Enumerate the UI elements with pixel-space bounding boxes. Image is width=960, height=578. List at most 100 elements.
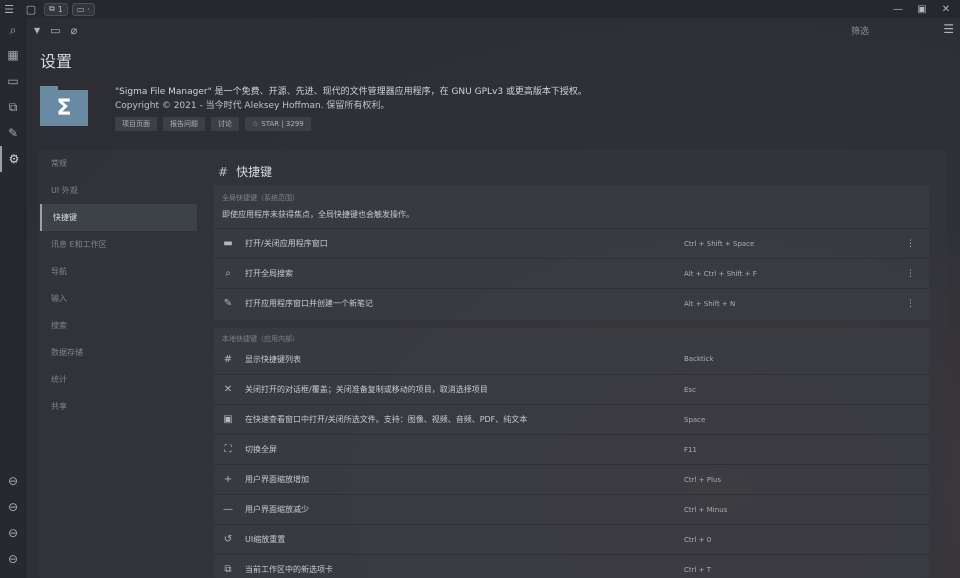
nav-item-ui-appearance[interactable]: UI 外观 [40, 177, 197, 204]
shortcut-label: 在快速查看窗口中打开/关闭所选文件。支持：图像、视频、音频、PDF、纯文本 [245, 415, 528, 424]
shortcut-label: 当前工作区中的新选项卡 [245, 565, 333, 574]
drive-icon[interactable]: ⊖ [0, 520, 26, 546]
shortcut-row[interactable]: # 显示快捷键列表 Backtick [214, 344, 929, 374]
shortcut-label: 用户界面缩放增加 [245, 475, 309, 484]
maximize-icon[interactable]: ▣ [914, 4, 930, 15]
note-edit-icon: ✎ [223, 298, 233, 309]
copy-icon[interactable]: ⧉ [0, 94, 26, 120]
shortcut-label: 关闭打开的对话框/覆盖；关闭准备复制或移动的项目，取消选择项目 [245, 385, 488, 394]
hash-icon: # [218, 165, 229, 179]
window-icon: ▬ [223, 238, 233, 249]
notes-icon[interactable]: ▢ [22, 0, 40, 18]
shortcut-row[interactable]: ✕ 关闭打开的对话框/覆盖；关闭准备复制或移动的项目，取消选择项目 Esc [214, 374, 929, 404]
report-issue-button[interactable]: 报告问题 [163, 117, 205, 131]
shortcut-key: Esc [684, 385, 696, 394]
workspace-selector[interactable]: ▭ · [71, 2, 95, 16]
nav-item-input[interactable]: 输入 [40, 285, 197, 312]
drive-icon[interactable]: ⊖ [0, 494, 26, 520]
shortcut-label: UI缩放重置 [245, 535, 286, 544]
reset-icon: ↺ [223, 534, 233, 545]
about-links: 项目页面 报告问题 讨论 ☆ STAR | 3299 [115, 117, 311, 131]
shortcut-key: Ctrl + T [684, 565, 712, 574]
nav-item-stats[interactable]: 统计 [40, 366, 197, 393]
workspace-icon: ▭ [76, 4, 85, 14]
star-button[interactable]: ☆ STAR | 3299 [245, 117, 311, 131]
group-description: 即使应用程序未获得焦点，全局快捷键也会触发操作。 [222, 210, 414, 219]
tabs-counter[interactable]: ⧉ 1 [44, 2, 68, 16]
page-title: 设置 [40, 52, 73, 71]
hash-icon: # [223, 353, 233, 365]
shortcut-row[interactable]: ⛶ 切换全屏 F11 [214, 434, 929, 464]
shortcut-key: Alt + Shift + N [684, 299, 736, 308]
more-vert-icon[interactable]: ⋮ [906, 269, 915, 279]
nav-item-navigation[interactable]: 导航 [40, 258, 197, 285]
nav-item-data-storage[interactable]: 数据存储 [40, 339, 197, 366]
shortcut-label: 打开/关闭应用程序窗口 [245, 239, 328, 248]
nav-item-sharing[interactable]: 共享 [40, 393, 197, 420]
more-vert-icon[interactable]: ⋮ [906, 299, 915, 309]
shortcut-label: 显示快捷键列表 [245, 354, 301, 364]
section-title: # 快捷键 [218, 165, 273, 179]
menu-icon[interactable]: ☰ [0, 0, 18, 18]
sidebar: ⌕ ▦ ▭ ⧉ ✎ ⚙ ⊖ ⊖ ⊖ ⊖ [0, 18, 26, 578]
folder-icon[interactable]: ▭ [0, 68, 26, 94]
shortcut-row[interactable]: ↺ UI缩放重置 Ctrl + 0 [214, 524, 929, 554]
drive-icon[interactable]: ⊖ [0, 546, 26, 572]
filter-icon[interactable]: ☰ [943, 22, 954, 36]
folder-icon[interactable]: ▭ [50, 24, 60, 37]
title-bar: ☰ ▢ ⧉ 1 ▭ · — ▣ ✕ [0, 0, 960, 18]
group-label: 全局快捷键（系统范围） [222, 194, 299, 202]
shortcut-key: Space [684, 415, 706, 424]
tabs-count: 1 [57, 4, 63, 14]
tabs-icon: ⧉ [49, 4, 55, 13]
chevron-down-icon: · [87, 4, 90, 14]
new-tab-icon: ⧉ [224, 564, 232, 575]
group-label: 本地快捷键（应用内部） [222, 335, 299, 343]
discussion-button[interactable]: 讨论 [211, 117, 239, 131]
shortcut-row[interactable]: ⌕ 打开全局搜索 Alt + Ctrl + Shift + F ⋮ [214, 258, 929, 288]
search-icon: ⌕ [225, 268, 231, 279]
nav-item-tabs-workspaces[interactable]: 讯息 E和工作区 [40, 231, 197, 258]
shortcut-key: Ctrl + Shift + Space [684, 239, 755, 248]
filter-input[interactable]: 筛选 [851, 24, 869, 37]
settings-gear-icon[interactable]: ⚙ [0, 146, 26, 172]
search-icon[interactable]: ⌕ [0, 18, 26, 42]
shortcut-key: Ctrl + 0 [684, 535, 712, 544]
settings-nav: 常规 UI 外观 快捷键 讯息 E和工作区 导航 输入 搜索 数据存储 统计 共… [40, 150, 197, 420]
global-shortcuts-group: 全局快捷键（系统范围） 即使应用程序未获得焦点，全局快捷键也会触发操作。 ▬ 打… [214, 185, 929, 320]
shortcut-label: 用户界面缩放减少 [245, 505, 309, 514]
shortcut-row[interactable]: ▣ 在快速查看窗口中打开/关闭所选文件。支持：图像、视频、音频、PDF、纯文本 … [214, 404, 929, 434]
local-shortcuts-group: 本地快捷键（应用内部） # 显示快捷键列表 Backtick ✕ 关闭打开的对话… [214, 328, 929, 578]
nav-item-general[interactable]: 常规 [40, 150, 197, 177]
note-edit-icon[interactable]: ✎ [0, 120, 26, 146]
shortcut-row[interactable]: — 用户界面缩放减少 Ctrl + Minus [214, 494, 929, 524]
shortcut-label: 打开应用程序窗口并创建一个新笔记 [245, 299, 373, 308]
shortcut-row[interactable]: ⧉ 当前工作区中的新选项卡 Ctrl + T [214, 554, 929, 578]
shortcut-row[interactable]: ✎ 打开应用程序窗口并创建一个新笔记 Alt + Shift + N ⋮ [214, 288, 929, 318]
app-logo: Σ [40, 86, 88, 126]
nav-item-search[interactable]: 搜索 [40, 312, 197, 339]
project-page-button[interactable]: 项目页面 [115, 117, 157, 131]
attachment-icon[interactable]: ⌀ [71, 24, 78, 37]
minimize-icon[interactable]: — [890, 4, 906, 15]
close-icon: ✕ [223, 384, 233, 395]
close-window-icon[interactable]: ✕ [938, 4, 954, 15]
about-description: "Sigma File Manager" 是一个免费、开源、先进、现代的文件管理… [115, 87, 587, 97]
shortcut-key: F11 [684, 445, 697, 454]
shortcut-key: Alt + Ctrl + Shift + F [684, 269, 757, 278]
shortcut-label: 切换全屏 [245, 445, 277, 454]
quick-view-icon: ▣ [223, 414, 233, 425]
shortcut-key: Ctrl + Plus [684, 475, 722, 484]
logo-letter: Σ [56, 95, 72, 121]
toolbar: ▼ ▭ ⌀ 筛选 ☰ [26, 18, 960, 42]
chevron-down-icon[interactable]: ▼ [34, 26, 40, 35]
nav-item-shortcuts[interactable]: 快捷键 [40, 204, 197, 231]
shortcut-row[interactable]: ▬ 打开/关闭应用程序窗口 Ctrl + Shift + Space ⋮ [214, 228, 929, 258]
shortcut-row[interactable]: + 用户界面缩放增加 Ctrl + Plus [214, 464, 929, 494]
drive-icon[interactable]: ⊖ [0, 468, 26, 494]
about-copyright: Copyright © 2021 - 当今时代 Aleksey Hoffman.… [115, 101, 390, 111]
star-icon: ☆ [252, 120, 259, 128]
plus-icon: + [223, 474, 233, 485]
dashboard-icon[interactable]: ▦ [0, 42, 26, 68]
more-vert-icon[interactable]: ⋮ [906, 239, 915, 249]
